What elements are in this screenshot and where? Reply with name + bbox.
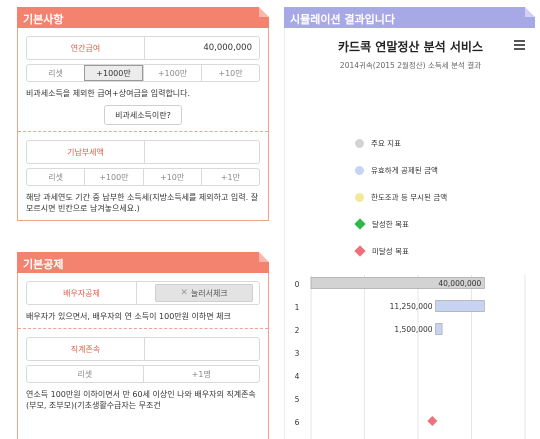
lineal-note: 연소득 100만원 이하이면서 만 60세 이상인 나와 배우자의 직계존속(부… [26,390,256,410]
legend-item-ignored-amount[interactable]: 한도조과 등 무시된 금액 [355,192,447,202]
lineal-buttons: 리셋 +1명 [26,365,260,383]
y-tick-label: 3 [295,349,300,358]
bar-1 [435,300,485,312]
legend-label: 달성한 목표 [372,219,409,229]
y-tick-label: 2 [295,326,300,335]
result-chart: 카드콕 연말정산 분석 서비스 2014귀속(2015 2월정산) 소득세 분석… [284,28,535,439]
non-taxable-help-button[interactable]: 비과세소득이란? [104,105,182,125]
salary-add-100k-button[interactable]: +10만 [201,65,259,81]
corner-fold [525,7,535,17]
result-panel: 시뮬레이션 결과입니다 카드콕 연말정산 분석 서비스 2014귀속(2015 … [284,7,535,439]
salary-label: 연간급여 [27,37,145,59]
tax-buttons: 리셋 +100만 +10만 +1만 [26,168,260,186]
basic-info-header: 기본사항 [17,7,269,28]
lineal-label: 직계존속 [27,338,145,360]
basic-info-body: 연간급여 40,000,000 리셋 +1000만 +100만 +10만 비과세… [17,28,269,221]
legend-marker [355,165,364,175]
legend-label: 미달성 목표 [372,246,409,256]
tax-note: 해당 과세연도 기간 중 납부한 소득세(지방소득세를 제외하고 입력. 잘 모… [26,193,259,213]
salary-section: 연간급여 40,000,000 리셋 +1000만 +100만 +10만 비과세… [18,28,268,131]
result-header: 시뮬레이션 결과입니다 [284,7,535,28]
result-title: 시뮬레이션 결과입니다 [290,13,396,26]
lineal-field: 직계존속 [26,337,260,361]
legend-item-effective-deduction[interactable]: 유효하게 공제된 금액 [355,165,447,175]
spouse-field: 배우자공제 ✕ 눌러서체크 [26,281,260,305]
y-tick-label: 4 [295,372,300,381]
tax-add-100k-button[interactable]: +10만 [142,169,201,185]
corner-fold [259,7,269,17]
spouse-section: 배우자공제 ✕ 눌러서체크 배우자가 있으면서, 배우자의 연 소득이 100만… [18,273,268,328]
spouse-label: 배우자공제 [27,282,137,304]
legend-item-achieved-goal[interactable]: 달성한 목표 [354,218,447,230]
tax-section: 기납부세액 리셋 +100만 +10만 +1만 해당 과세연도 기간 중 납부한… [18,131,268,220]
marker-6 [427,416,438,426]
salary-add-10m-button[interactable]: +1000만 [84,65,143,81]
deduction-title: 기본공제 [23,258,64,271]
legend-item-missed-goal[interactable]: 미달성 목표 [354,245,447,257]
spouse-checkbox-label: 눌러서체크 [190,288,228,298]
legend-label: 한도조과 등 무시된 금액 [371,192,448,202]
salary-input[interactable]: 40,000,000 [145,37,259,59]
lineal-add-person-button[interactable]: +1명 [142,366,260,382]
bar-2 [435,323,443,335]
legend-item-key-indicator[interactable]: 주요 지표 [355,138,447,148]
salary-add-1m-button[interactable]: +100만 [143,65,201,81]
y-tick-label: 6 [295,418,300,427]
data-label: 40,000,000 [438,279,481,288]
deduction-panel: 기본공제 배우자공제 ✕ 눌러서체크 배우자가 있으면서, 배우자의 연 소득이… [17,252,269,439]
close-icon: ✕ [180,288,188,298]
chart-title: 카드콕 연말정산 분석 서비스 [337,40,483,54]
y-tick-label: 5 [295,395,300,404]
legend-marker [355,138,364,148]
salary-reset-button[interactable]: 리셋 [27,65,84,81]
menu-icon[interactable] [514,40,525,52]
y-tick-label: 0 [295,280,300,289]
deduction-body: 배우자공제 ✕ 눌러서체크 배우자가 있으면서, 배우자의 연 소득이 100만… [17,273,269,439]
tax-add-10k-button[interactable]: +1만 [200,169,259,185]
basic-info-title: 기본사항 [23,13,64,26]
legend-label: 주요 지표 [371,138,401,148]
lineal-reset-button[interactable]: 리셋 [27,366,143,382]
lineal-input[interactable] [145,338,259,360]
salary-buttons: 리셋 +1000만 +100만 +10만 [26,64,260,82]
tax-reset-button[interactable]: 리셋 [27,169,84,185]
spouse-note: 배우자가 있으면서, 배우자의 연 소득이 100만원 이하면 체크 [26,312,231,321]
data-label: 1,500,000 [394,325,432,334]
tax-add-1m-button[interactable]: +100만 [84,169,142,185]
lineal-section: 직계존속 리셋 +1명 연소득 100만원 이하이면서 만 60세 이상인 나와… [18,328,268,417]
tax-field: 기납부세액 [26,140,260,164]
plot-area: 0 1 2 3 4 5 6 40,000,000 11,250,000 1,500,000 [295,275,526,439]
basic-info-panel: 기본사항 연간급여 40,000,000 리셋 +1000만 +100만 +10… [17,7,269,221]
chart-subtitle: 2014귀속(2015 2월정산) 소득세 분석 결과 [339,61,482,70]
salary-field: 연간급여 40,000,000 [26,36,260,60]
chart-legend: 주요 지표 유효하게 공제된 금액 한도조과 등 무시된 금액 달성한 목표 미… [354,138,447,273]
legend-marker [355,192,364,202]
deduction-header: 기본공제 [17,252,269,273]
data-label: 11,250,000 [390,302,433,311]
legend-marker [354,245,366,257]
tax-label: 기납부세액 [27,141,145,163]
legend-marker [354,218,366,230]
y-tick-label: 1 [295,303,300,312]
spouse-toggle-wrap: ✕ 눌러서체크 [137,282,259,304]
salary-note: 비과세소득을 제외한 급여+상여금을 입력합니다. [26,89,191,98]
tax-input[interactable] [145,141,259,163]
corner-fold [259,252,269,262]
spouse-checkbox[interactable]: ✕ 눌러서체크 [155,284,253,302]
legend-label: 유효하게 공제된 금액 [371,165,438,175]
